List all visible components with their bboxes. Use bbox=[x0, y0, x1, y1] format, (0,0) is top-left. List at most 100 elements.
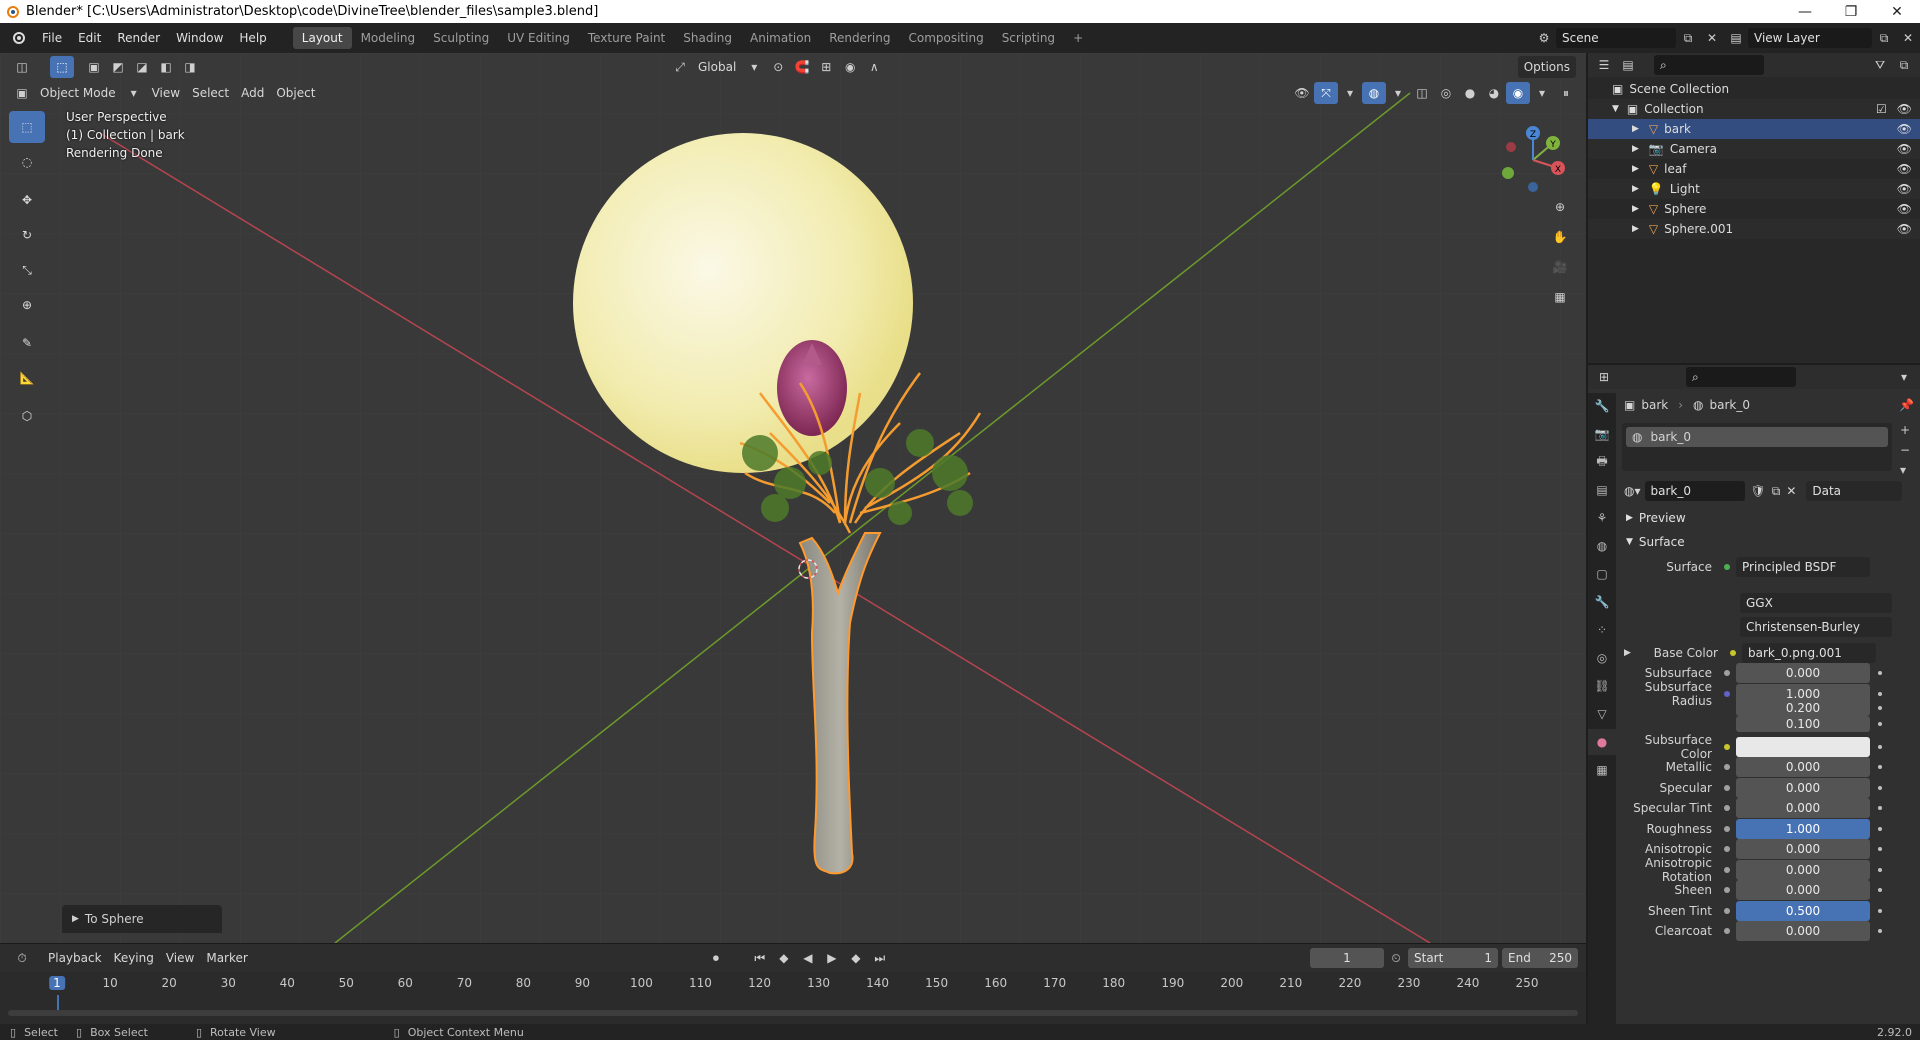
outliner-editor-type-icon[interactable]: ☰ bbox=[1592, 54, 1616, 76]
pan-hand-icon[interactable]: ✋ bbox=[1546, 223, 1574, 251]
zoom-icon[interactable]: ⊕ bbox=[1546, 193, 1574, 221]
last-operator-panel[interactable]: ▶ To Sphere bbox=[62, 905, 222, 933]
scale-tool-icon[interactable]: ⤡ bbox=[9, 254, 45, 286]
select-mode-intersect-icon[interactable]: ◨ bbox=[178, 56, 202, 78]
tab-sculpting[interactable]: Sculpting bbox=[424, 27, 498, 49]
solid-shading-icon[interactable]: ● bbox=[1458, 82, 1482, 104]
outliner-item-camera[interactable]: ▶ 📷 Camera 👁 bbox=[1588, 139, 1920, 159]
duplicate-material-icon[interactable]: ⧉ bbox=[1772, 484, 1781, 499]
xray-toggle-icon[interactable]: ◫ bbox=[1410, 82, 1434, 104]
chevron-down-icon[interactable]: ▾ bbox=[122, 82, 146, 104]
chevron-down-icon[interactable]: ▾ bbox=[1530, 82, 1554, 104]
keyframe-dot-icon[interactable] bbox=[1878, 692, 1882, 696]
filter-icon[interactable]: ⛛ bbox=[1868, 54, 1892, 76]
chevron-down-icon[interactable]: ▾ bbox=[1386, 82, 1410, 104]
object-tab-icon[interactable]: ▢ bbox=[1588, 561, 1616, 587]
snap-target-icon[interactable]: ⊞ bbox=[814, 56, 838, 78]
subsurface-method-dropdown[interactable]: Christensen-Burley bbox=[1740, 617, 1892, 637]
keyframe-dot-icon[interactable] bbox=[1878, 868, 1882, 872]
frame-tick[interactable]: 210 bbox=[1279, 976, 1302, 990]
sheen-tint-field[interactable]: 0.500 bbox=[1736, 901, 1870, 921]
surface-shader-dropdown[interactable]: Principled BSDF bbox=[1736, 557, 1870, 577]
wireframe-shading-icon[interactable]: ◎ bbox=[1434, 82, 1458, 104]
chevron-down-icon[interactable]: ▾ bbox=[1338, 82, 1362, 104]
tab-rendering[interactable]: Rendering bbox=[820, 27, 899, 49]
timeline-scrollbar[interactable] bbox=[8, 1010, 1578, 1016]
keyframe-dot-icon[interactable] bbox=[1878, 745, 1882, 749]
chevron-down-icon[interactable]: ▾ bbox=[1892, 366, 1916, 388]
material-name-field[interactable]: bark_0 bbox=[1644, 481, 1745, 501]
frame-tick[interactable]: 190 bbox=[1161, 976, 1184, 990]
remove-slot-icon[interactable]: − bbox=[1900, 443, 1910, 457]
material-slot-list[interactable]: ◍ bark_0 bbox=[1622, 423, 1892, 471]
overlay-toggle-icon[interactable]: ◍ bbox=[1362, 82, 1386, 104]
keyframe-dot-icon[interactable] bbox=[1878, 786, 1882, 790]
frame-tick[interactable]: 240 bbox=[1457, 976, 1480, 990]
frame-tick[interactable]: 110 bbox=[689, 976, 712, 990]
tool-tab-icon[interactable]: 🔧 bbox=[1588, 393, 1616, 419]
menu-view[interactable]: View bbox=[146, 82, 186, 104]
rendered-shading-icon[interactable]: ◉ bbox=[1506, 82, 1530, 104]
base-color-texture[interactable]: bark_0.png.001 bbox=[1742, 643, 1876, 663]
expand-arrow-icon[interactable]: ▶ bbox=[72, 914, 79, 924]
prev-keyframe-icon[interactable]: ◆ bbox=[772, 947, 796, 969]
minimize-icon[interactable]: — bbox=[1782, 4, 1828, 20]
tab-modeling[interactable]: Modeling bbox=[352, 27, 425, 49]
outliner-collection[interactable]: ▼ ▣ Collection ☑ 👁 bbox=[1588, 99, 1920, 119]
add-workspace-icon[interactable]: + bbox=[1064, 27, 1092, 49]
keyframe-dot-icon[interactable] bbox=[1878, 888, 1882, 892]
object-mode-icon[interactable]: ▣ bbox=[10, 82, 34, 104]
tab-uv-editing[interactable]: UV Editing bbox=[498, 27, 579, 49]
menu-edit[interactable]: Edit bbox=[70, 27, 109, 49]
timeline-editor-type-icon[interactable]: ⏱ bbox=[10, 947, 34, 969]
menu-help[interactable]: Help bbox=[231, 27, 274, 49]
scene-icon[interactable]: ⚙ bbox=[1532, 27, 1556, 49]
menu-add[interactable]: Add bbox=[235, 82, 270, 104]
outliner-item-sphere-001[interactable]: ▶ ▽ Sphere.001 👁 bbox=[1588, 219, 1920, 239]
camera-view-icon[interactable]: 🎥 bbox=[1546, 253, 1574, 281]
new-collection-icon[interactable]: ⧉ bbox=[1892, 54, 1916, 76]
play-reverse-icon[interactable]: ◀ bbox=[796, 947, 820, 969]
expand-arrow-icon[interactable]: ▶ bbox=[1632, 144, 1639, 154]
gizmo-toggle-icon[interactable]: ⤧ bbox=[1314, 82, 1338, 104]
roughness-field[interactable]: 1.000 bbox=[1736, 819, 1870, 839]
frame-tick[interactable]: 60 bbox=[398, 976, 413, 990]
expand-arrow-icon[interactable]: ▶ bbox=[1632, 124, 1639, 134]
subsurface-radius-component-field[interactable]: 0.200 bbox=[1736, 700, 1870, 716]
keyframe-dot-icon[interactable] bbox=[1878, 765, 1882, 769]
world-tab-icon[interactable]: ◍ bbox=[1588, 533, 1616, 559]
frame-tick[interactable]: 200 bbox=[1220, 976, 1243, 990]
eye-icon[interactable]: 👁 bbox=[1897, 162, 1912, 176]
select-mode-new-icon[interactable]: ▣ bbox=[82, 56, 106, 78]
eye-icon[interactable]: 👁 bbox=[1897, 102, 1912, 116]
keyframe-dot-icon[interactable] bbox=[1878, 909, 1882, 913]
frame-tick[interactable]: 120 bbox=[748, 976, 771, 990]
orientation-dropdown[interactable]: Global bbox=[692, 56, 742, 78]
subsurface-field[interactable]: 0.000 bbox=[1736, 663, 1870, 683]
select-tool-icon[interactable]: ⬚ bbox=[50, 56, 74, 78]
outliner-item-light[interactable]: ▶ 💡 Light 👁 bbox=[1588, 179, 1920, 199]
specular-tint-field[interactable]: 0.000 bbox=[1736, 798, 1870, 818]
subsurface-color-field[interactable] bbox=[1736, 737, 1870, 757]
visibility-icon[interactable]: 👁 bbox=[1290, 82, 1314, 104]
close-icon[interactable]: ✕ bbox=[1874, 4, 1920, 20]
current-frame-field[interactable]: 1 bbox=[1310, 948, 1384, 968]
frame-tick[interactable]: 170 bbox=[1043, 976, 1066, 990]
mode-dropdown[interactable]: Object Mode bbox=[34, 82, 122, 104]
render-tab-icon[interactable]: 📷 bbox=[1588, 421, 1616, 447]
keyframe-dot-icon[interactable] bbox=[1878, 706, 1882, 710]
eye-icon[interactable]: 👁 bbox=[1897, 182, 1912, 196]
menu-object[interactable]: Object bbox=[270, 82, 321, 104]
expand-arrow-icon[interactable]: ▶ bbox=[1632, 164, 1639, 174]
jump-start-icon[interactable]: ⏮ bbox=[748, 947, 772, 969]
modifier-tab-icon[interactable]: 🔧 bbox=[1588, 589, 1616, 615]
checkbox-icon[interactable]: ☑ bbox=[1876, 102, 1887, 116]
annotate-tool-icon[interactable]: ✎ bbox=[9, 327, 45, 359]
end-frame-field[interactable]: End 250 bbox=[1502, 948, 1578, 968]
frame-tick[interactable]: 180 bbox=[1102, 976, 1125, 990]
material-tab-icon[interactable]: ● bbox=[1588, 729, 1616, 755]
scene-tab-icon[interactable]: ⚘ bbox=[1588, 505, 1616, 531]
select-box-tool-icon[interactable]: ⬚ bbox=[9, 111, 45, 143]
view-layer-tab-icon[interactable]: ▤ bbox=[1588, 477, 1616, 503]
pause-render-icon[interactable]: ⏸ bbox=[1554, 82, 1578, 104]
